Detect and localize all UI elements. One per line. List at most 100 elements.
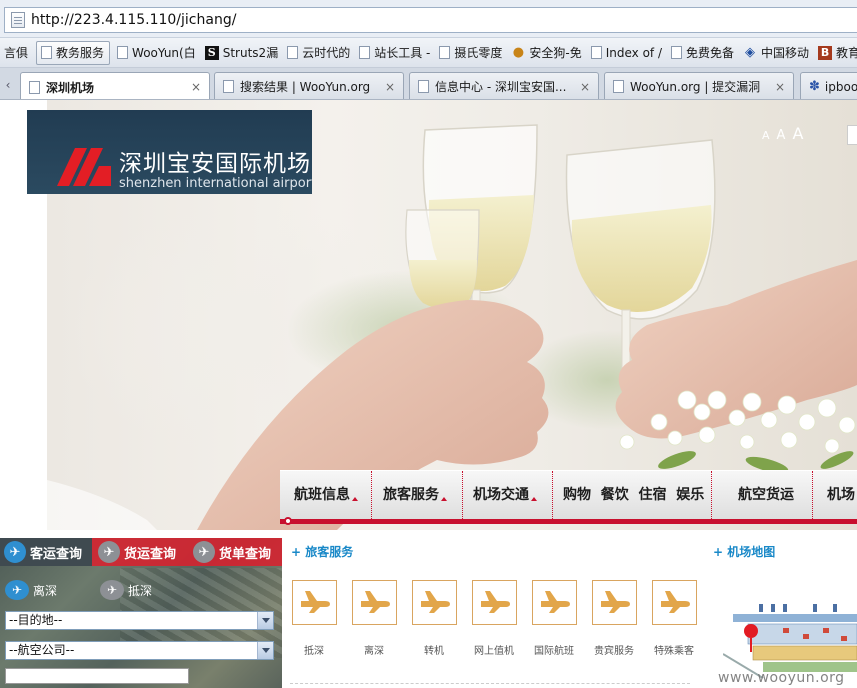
doc-icon: [439, 46, 451, 59]
bookmark-item[interactable]: WooYun(白: [113, 41, 201, 65]
close-icon[interactable]: ×: [191, 80, 201, 94]
doc-icon: [671, 46, 683, 59]
query-tabs: ✈ 客运查询 ✈ 货运查询 ✈ 货单查询: [0, 538, 282, 566]
bookmark-item[interactable]: 摄氏零度: [435, 41, 507, 65]
chevron-down-icon[interactable]: [257, 642, 273, 659]
bookmark-item[interactable]: 言俱: [0, 41, 33, 65]
tab-bar: ‹ 深圳机场 × 搜索结果 | WooYun.org × 信息中心 - 深圳宝安…: [0, 68, 857, 100]
nav-passenger-services[interactable]: 旅客服务: [383, 471, 447, 519]
font-size-small-button[interactable]: A: [762, 129, 770, 142]
tab-label: 信息中心 - 深圳宝安国...: [435, 80, 567, 94]
doc-icon: [29, 80, 40, 94]
bookmark-item[interactable]: Index of /: [587, 41, 667, 65]
address-bar: http://223.4.115.110/jichang/: [0, 0, 857, 38]
tab-label: WooYun.org | 提交漏洞: [630, 80, 761, 94]
doc-icon: [613, 80, 624, 93]
nav-dot-marker: [284, 517, 292, 525]
dog-icon: ●: [512, 44, 525, 60]
airport-logo-mark: [57, 148, 111, 186]
bookmark-item[interactable]: ● 安全狗-免: [507, 41, 586, 65]
nav-shopping-dining[interactable]: 购物 餐饮 住宿 娱乐: [563, 471, 704, 519]
section-title[interactable]: + 机场地图: [713, 543, 775, 560]
airport-logo[interactable]: 深圳宝安国际机场 shenzhen international airport: [27, 110, 312, 194]
departure-option[interactable]: ✈ 离深: [5, 580, 57, 600]
destination-select-value: --目的地--: [9, 613, 63, 627]
page-content: 深圳宝安国际机场 shenzhen international airport …: [0, 100, 857, 688]
tab-cargo-query[interactable]: ✈ 货运查询: [98, 538, 190, 566]
chevron-down-icon[interactable]: [257, 612, 273, 629]
tab-label: ipbook: [824, 79, 857, 94]
doc-icon: [223, 80, 234, 93]
nav-arrow-icon: [441, 497, 447, 501]
close-icon[interactable]: ×: [775, 80, 785, 94]
departure-plane-icon: ✈: [5, 580, 29, 600]
flight-number-input[interactable]: [5, 668, 189, 684]
logo-english-name: shenzhen international airport: [119, 176, 312, 191]
tab-wooyun-submit[interactable]: WooYun.org | 提交漏洞 ×: [604, 72, 794, 99]
bookmarks-bar: 言俱 教务服务 WooYun(白 S Struts2漏 云时代的 站长工具 - 摄…: [0, 38, 857, 68]
vip-plane-icon: [591, 580, 637, 625]
tab-info-center[interactable]: 信息中心 - 深圳宝安国... ×: [409, 72, 599, 99]
font-size-large-button[interactable]: A: [792, 124, 803, 143]
bookmark-label: WooYun(白: [132, 46, 196, 60]
nav-divider: [552, 471, 553, 519]
nav-airport[interactable]: 机场: [827, 471, 855, 519]
plane-icon: ✈: [193, 541, 215, 563]
tab-label: 搜索结果 | WooYun.org: [240, 80, 371, 94]
arrival-label: 抵深: [128, 583, 153, 598]
bookmark-item[interactable]: 教务服务: [36, 40, 111, 65]
bookmark-label: Index of /: [605, 45, 663, 60]
url-text[interactable]: http://223.4.115.110/jichang/: [31, 12, 236, 28]
bookmark-label: 教务服务: [56, 46, 105, 60]
close-icon[interactable]: ×: [385, 80, 395, 94]
nav-label: 旅客服务: [383, 487, 439, 503]
bookmark-item[interactable]: 站长工具 -: [355, 41, 435, 65]
bookmark-label: 教育网代: [836, 46, 857, 60]
nav-label: 机场交通: [473, 487, 529, 503]
service-online-checkin[interactable]: 网上值机: [468, 580, 520, 657]
tab-search-results[interactable]: 搜索结果 | WooYun.org ×: [214, 72, 404, 99]
service-arrival[interactable]: 抵深: [288, 580, 340, 657]
tab-shenzhen-airport[interactable]: 深圳机场 ×: [20, 72, 210, 99]
paw-icon: ✽: [809, 79, 820, 94]
service-vip[interactable]: 贵宾服务: [588, 580, 640, 657]
close-icon[interactable]: ×: [580, 80, 590, 94]
tab-passenger-query[interactable]: ✈ 客运查询: [0, 538, 92, 566]
query-tab-label: 货运查询: [124, 546, 177, 562]
nav-divider: [371, 471, 372, 519]
plane-icon: ✈: [4, 541, 26, 563]
destination-select[interactable]: --目的地--: [5, 611, 274, 630]
service-departure[interactable]: 离深: [348, 580, 400, 657]
section-title[interactable]: + 旅客服务: [291, 543, 353, 560]
query-tab-label: 客运查询: [30, 546, 83, 562]
bookmark-label: 摄氏零度: [454, 46, 503, 60]
bookmark-item[interactable]: B教育网代: [814, 41, 857, 65]
service-label: 离深: [364, 646, 384, 657]
chinamobile-icon: ◈: [745, 44, 756, 60]
nav-divider: [711, 471, 712, 519]
nav-airport-transport[interactable]: 机场交通: [473, 471, 537, 519]
nav-arrow-icon: [352, 497, 358, 501]
service-transfer[interactable]: 转机: [408, 580, 460, 657]
tab-waybill-query[interactable]: ✈ 货单查询: [193, 538, 282, 566]
service-label: 转机: [424, 646, 444, 657]
tab-ipbook[interactable]: ✽ ipbook: [800, 72, 857, 99]
wooyun-watermark: www.wooyun.org: [718, 670, 845, 686]
site-search-input[interactable]: [847, 125, 857, 145]
url-field[interactable]: http://223.4.115.110/jichang/: [4, 7, 857, 33]
tab-scroll-left-button[interactable]: ‹: [0, 74, 16, 96]
bookmark-item[interactable]: ◈ 中国移动: [739, 41, 814, 65]
international-plane-icon: [531, 580, 577, 625]
nav-flight-info[interactable]: 航班信息: [294, 471, 358, 519]
bookmark-item[interactable]: S Struts2漏: [201, 41, 283, 65]
service-international[interactable]: 国际航班: [528, 580, 580, 657]
nav-air-cargo[interactable]: 航空货运: [738, 471, 794, 519]
arrival-option[interactable]: ✈ 抵深: [100, 580, 152, 600]
nav-divider: [462, 471, 463, 519]
airline-select[interactable]: --航空公司--: [5, 641, 274, 660]
bookmark-item[interactable]: 免费免备: [667, 41, 739, 65]
font-size-medium-button[interactable]: A: [777, 128, 786, 143]
bookmark-item[interactable]: 云时代的: [283, 41, 355, 65]
doc-icon: [41, 46, 53, 59]
service-special-passengers[interactable]: 特殊乘客: [648, 580, 700, 657]
